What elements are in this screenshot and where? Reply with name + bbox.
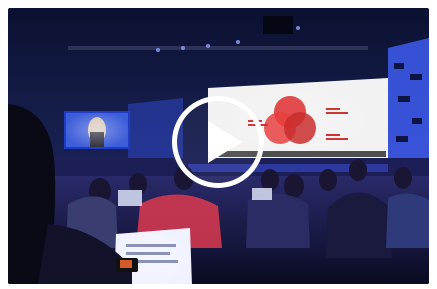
video-player[interactable] (8, 8, 429, 284)
play-button[interactable] (172, 96, 264, 188)
play-icon (208, 121, 242, 163)
